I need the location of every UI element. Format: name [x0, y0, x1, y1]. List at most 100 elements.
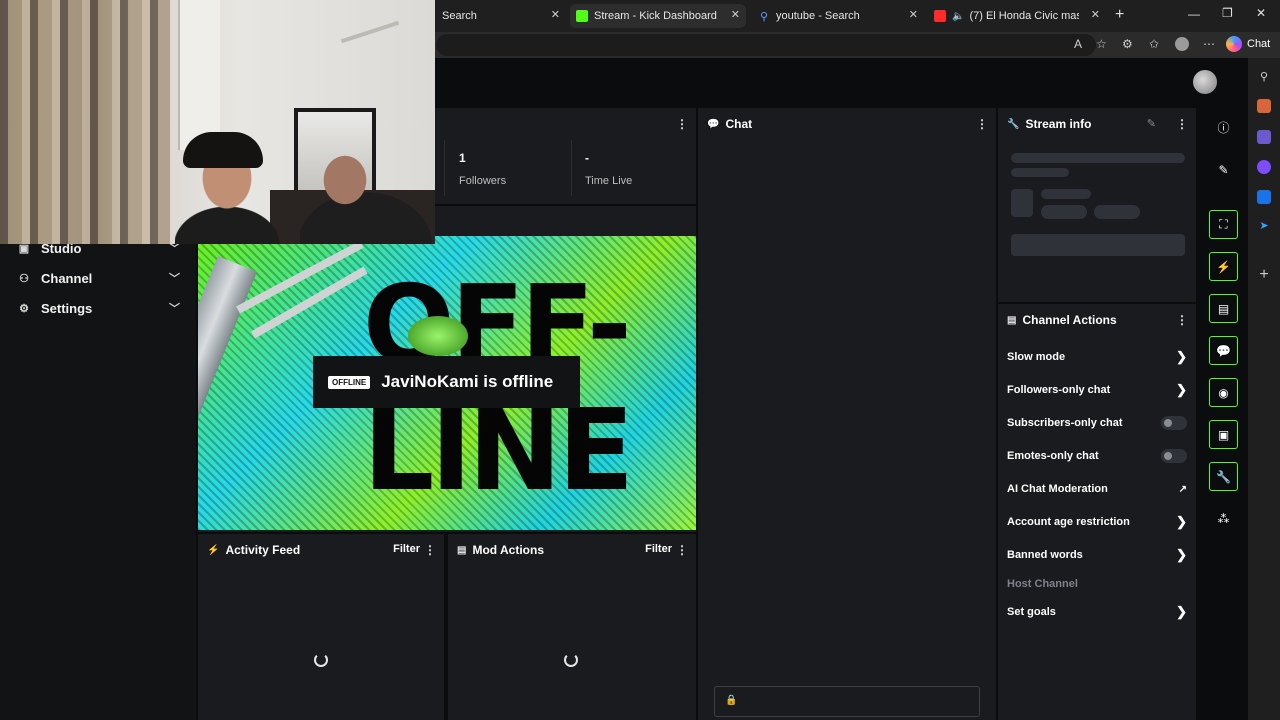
offline-art-text-bottom: LINE	[363, 386, 634, 516]
more-options-icon[interactable]: ⋮	[1176, 313, 1188, 327]
channel-icon: ⚇	[19, 272, 29, 285]
channel-actions-header: ▤ Channel Actions	[998, 304, 1196, 336]
wrench-icon[interactable]: 🔧	[1209, 462, 1238, 491]
minimize-icon[interactable]: —	[1188, 7, 1200, 21]
chevron-down-icon: ﹀	[169, 303, 180, 315]
action-label: Subscribers-only chat	[1007, 417, 1123, 429]
info-icon[interactable]: ⓘ	[1209, 113, 1238, 142]
action-label: Followers-only chat	[1007, 384, 1111, 396]
copilot-chat-button[interactable]: Chat	[1226, 34, 1270, 54]
followers-count: 1	[459, 151, 466, 165]
status-badge: OFFLINE	[328, 375, 371, 389]
new-tab-icon[interactable]: +	[1115, 6, 1124, 24]
followers-label: Followers	[459, 175, 507, 187]
extensions-icon[interactable]: ⚙	[1122, 37, 1133, 51]
send-icon[interactable]: ➤	[1257, 219, 1271, 233]
banned-words-item[interactable]: Banned words ❯	[1007, 546, 1187, 564]
close-icon[interactable]: ✕	[909, 8, 918, 21]
document-icon[interactable]: ▤	[1209, 294, 1238, 323]
address-field[interactable]	[436, 34, 1096, 56]
followers-only-chat-item[interactable]: Followers-only chat ❯	[1007, 381, 1187, 399]
more-options-icon[interactable]: ⋮	[424, 543, 436, 557]
widgets-icon[interactable]: ⁂	[1209, 504, 1238, 533]
skeleton-tag	[1094, 205, 1140, 219]
offline-message: JaviNoKami is offline	[381, 372, 554, 391]
add-icon[interactable]: +	[1257, 267, 1271, 283]
restore-icon[interactable]: ❐	[1222, 6, 1233, 20]
chat-bubble-icon[interactable]: 💬	[1209, 336, 1238, 365]
search-icon[interactable]: ⚲	[1257, 70, 1271, 84]
ai-chat-moderation-item[interactable]: AI Chat Moderation ↗	[1007, 480, 1187, 498]
chat-header: 💬 Chat	[698, 108, 996, 140]
skeleton-line	[1011, 168, 1069, 177]
more-options-icon[interactable]: ⋮	[676, 117, 688, 131]
chevron-right-icon: ❯	[1176, 547, 1187, 562]
edit-icon[interactable]: ✎	[1147, 117, 1156, 130]
account-age-restriction-item[interactable]: Account age restriction ❯	[1007, 513, 1187, 531]
chevron-right-icon: ❯	[1176, 349, 1187, 364]
avatar[interactable]	[1193, 70, 1217, 94]
broadcast-icon[interactable]: ◉	[1209, 378, 1238, 407]
street-lamp	[408, 316, 468, 356]
more-menu-icon[interactable]: ⋯	[1203, 37, 1215, 51]
shopping-icon[interactable]	[1257, 99, 1271, 113]
games-icon[interactable]	[1257, 130, 1271, 144]
chevron-right-icon: ❯	[1176, 382, 1187, 397]
read-aloud-icon[interactable]: A	[1074, 37, 1082, 51]
tab-search[interactable]: Search ✕	[436, 4, 566, 28]
utility-pole	[198, 256, 257, 530]
skeleton-button	[1011, 234, 1185, 256]
emotes-only-chat-item: Emotes-only chat	[1007, 447, 1187, 465]
emotes-only-toggle[interactable]	[1161, 449, 1187, 463]
panel-title: Stream info	[1025, 117, 1092, 131]
chevron-right-icon: ❯	[1176, 604, 1187, 619]
more-options-icon[interactable]: ⋮	[1176, 117, 1188, 131]
more-options-icon[interactable]: ⋮	[976, 117, 988, 131]
sidebar-item-label: Settings	[41, 300, 93, 316]
tab-title: (7) El Honda Civic mas barato	[969, 10, 1080, 22]
more-options-icon[interactable]: ⋮	[676, 543, 688, 557]
time-live-label: Time Live	[585, 175, 633, 187]
speaker-icon[interactable]: 🔈	[952, 11, 964, 22]
lightning-icon: ⚡	[207, 544, 220, 556]
action-label: Host Channel	[1007, 578, 1078, 590]
panel-title: Chat	[725, 117, 753, 131]
subscribers-only-chat-item: Subscribers-only chat	[1007, 414, 1187, 432]
chevron-down-icon: ﹀	[169, 273, 180, 285]
favorite-star-icon[interactable]: ☆	[1096, 37, 1107, 51]
gear-icon: ⚙	[19, 302, 29, 315]
channel-actions-icon[interactable]: ▣	[1209, 420, 1238, 449]
subscribers-only-toggle[interactable]	[1161, 416, 1187, 430]
close-icon[interactable]: ✕	[1091, 8, 1100, 21]
action-label: Slow mode	[1007, 351, 1066, 363]
tab-title: Stream - Kick Dashboard	[594, 10, 717, 22]
close-icon[interactable]: ✕	[551, 8, 560, 21]
youtube-favicon-icon	[934, 10, 946, 22]
tab-title: Search	[442, 10, 477, 22]
panel-title: Mod Actions	[472, 543, 545, 557]
profile-icon[interactable]	[1175, 37, 1189, 51]
tab-kick-dashboard[interactable]: Stream - Kick Dashboard ✕	[570, 4, 746, 28]
filter-button[interactable]: Filter	[393, 543, 420, 555]
skeleton-tag	[1041, 205, 1087, 219]
skeleton-line	[1011, 153, 1185, 163]
tab-youtube-search[interactable]: ⚲ youtube - Search ✕	[752, 4, 924, 28]
edit-icon[interactable]: ✎	[1209, 155, 1238, 184]
close-window-icon[interactable]: ✕	[1256, 6, 1266, 20]
outlook-icon[interactable]	[1257, 190, 1271, 204]
filter-button[interactable]: Filter	[645, 543, 672, 555]
favorites-icon[interactable]: ✩	[1149, 37, 1159, 51]
skeleton-thumb	[1011, 189, 1033, 217]
close-icon[interactable]: ✕	[731, 8, 740, 21]
tab-youtube-video[interactable]: 🔈 (7) El Honda Civic mas barato ✕	[928, 4, 1106, 28]
sidebar-item-settings[interactable]: ⚙ Settings ﹀	[18, 298, 184, 318]
sidebar-item-label: Channel	[41, 270, 93, 286]
slow-mode-item[interactable]: Slow mode ❯	[1007, 348, 1187, 366]
set-goals-item[interactable]: Set goals ❯	[1007, 603, 1187, 621]
external-link-icon: ↗	[1178, 483, 1187, 495]
chat-input[interactable]: 🔒	[714, 686, 980, 717]
copilot-sidebar-icon[interactable]	[1257, 160, 1271, 174]
preview-widget-icon[interactable]: ⛶	[1209, 210, 1238, 239]
sidebar-item-channel[interactable]: ⚇ Channel ﹀	[18, 268, 184, 288]
lightning-icon[interactable]: ⚡	[1209, 252, 1238, 281]
